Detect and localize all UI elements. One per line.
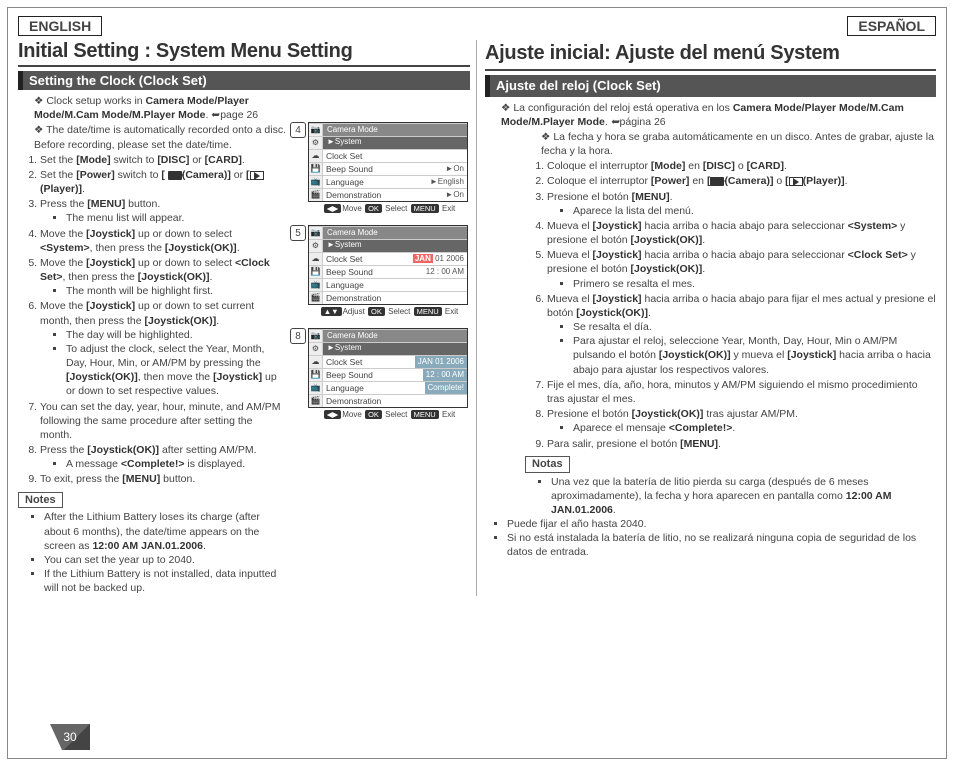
- step-6-note1-en: The day will be highlighted.: [66, 328, 286, 342]
- step-9-es: Para salir, presione el botón [MENU].: [547, 437, 936, 451]
- step-7-es: Fije el mes, día, año, hora, minutos y A…: [547, 378, 936, 406]
- step-6-note1-es: Se resalta el día.: [573, 320, 936, 334]
- manual-page: ENGLISH ESPAÑOL Initial Setting : System…: [7, 7, 947, 759]
- step-6-es: Mueva el [Joystick] hacia arriba o hacia…: [547, 292, 936, 377]
- section-heading-es: Ajuste del reloj (Clock Set): [485, 75, 936, 97]
- page-title-es: Ajuste inicial: Ajuste del menú System: [485, 40, 936, 71]
- step-8-es: Presione el botón [Joystick(OK)] tras aj…: [547, 407, 936, 435]
- lcd-8: 8 📷Camera Mode ⚙►System ☁Clock SetJAN 01…: [308, 328, 470, 421]
- step-5-en: Move the [Joystick] up or down to select…: [40, 256, 286, 299]
- lcd-screenshots: 4 📷Camera Mode ⚙►System ☁Clock Set 💾Beep…: [290, 122, 470, 596]
- spanish-column: Ajuste inicial: Ajuste del menú System A…: [477, 40, 936, 596]
- step-7-en: You can set the day, year, hour, minute,…: [40, 400, 286, 443]
- step-1-es: Coloque el interruptor [Mode] en [DISC] …: [547, 159, 936, 173]
- notes-heading-es: Notas: [525, 456, 570, 473]
- step-4-en: Move the [Joystick] up or down to select…: [40, 227, 286, 255]
- step-4-es: Mueva el [Joystick] hacia arriba o hacia…: [547, 219, 936, 247]
- step-9-en: To exit, press the [MENU] button.: [40, 472, 286, 486]
- step-8-en: Press the [Joystick(OK)] after setting A…: [40, 443, 286, 471]
- lcd-5: 5 📷Camera Mode ⚙►System ☁Clock SetJAN 01…: [308, 225, 470, 318]
- step-3-es: Presione el botón [MENU]. Aparece la lis…: [547, 190, 936, 218]
- lang-es-badge: ESPAÑOL: [847, 16, 936, 36]
- intro-2-es: La fecha y hora se graba automáticamente…: [541, 130, 936, 158]
- lcd-4: 4 📷Camera Mode ⚙►System ☁Clock Set 💾Beep…: [308, 122, 470, 215]
- step-3-note-es: Aparece la lista del menú.: [573, 204, 936, 218]
- note-2-en: You can set the year up to 2040.: [44, 553, 286, 567]
- step-8-note-es: Aparece el mensaje <Complete!>.: [573, 421, 936, 435]
- step-1-en: Set the [Mode] switch to [DISC] or [CARD…: [40, 153, 286, 167]
- step-6-note2-es: Para ajustar el reloj, seleccione Year, …: [573, 334, 936, 377]
- camera-icon: [710, 177, 724, 186]
- step-2-en: Set the [Power] switch to [ (Camera)] or…: [40, 168, 286, 196]
- section-heading-en: Setting the Clock (Clock Set): [18, 71, 470, 90]
- player-icon: [789, 177, 803, 186]
- intro-1-es: La configuración del reloj está operativ…: [501, 101, 936, 129]
- step-6-note2-en: To adjust the clock, select the Year, Mo…: [66, 342, 286, 399]
- step-3-note-en: The menu list will appear.: [66, 211, 286, 225]
- lang-en-badge: ENGLISH: [18, 16, 102, 36]
- step-marker-5: 5: [290, 225, 306, 241]
- step-6-en: Move the [Joystick] up or down to set cu…: [40, 299, 286, 398]
- step-3-en: Press the [MENU] button. The menu list w…: [40, 197, 286, 225]
- step-2-es: Coloque el interruptor [Power] en [(Came…: [547, 174, 936, 188]
- page-number: 30: [50, 724, 90, 750]
- step-8-note-en: A message <Complete!> is displayed.: [66, 457, 286, 471]
- player-icon: [250, 171, 264, 180]
- step-5-note-es: Primero se resalta el mes.: [573, 277, 936, 291]
- intro-1-en: Clock setup works in Camera Mode/Player …: [34, 94, 286, 122]
- note-1-en: After the Lithium Battery loses its char…: [44, 510, 286, 553]
- step-marker-8: 8: [290, 328, 306, 344]
- camera-icon: [168, 171, 182, 180]
- note-3-en: If the Lithium Battery is not installed,…: [44, 567, 286, 595]
- note-1-es: Una vez que la batería de litio pierda s…: [551, 475, 936, 518]
- page-title-en: Initial Setting : System Menu Setting: [18, 40, 470, 67]
- intro-2-en: The date/time is automatically recorded …: [34, 123, 286, 151]
- step-marker-4: 4: [290, 122, 306, 138]
- english-column: Initial Setting : System Menu Setting Se…: [18, 40, 477, 596]
- step-5-note-en: The month will be highlight first.: [66, 284, 286, 298]
- step-5-es: Mueva el [Joystick] hacia arriba o hacia…: [547, 248, 936, 291]
- note-3-es: Si no está instalada la batería de litio…: [507, 531, 936, 559]
- notes-heading-en: Notes: [18, 492, 63, 509]
- note-2-es: Puede fijar el año hasta 2040.: [507, 517, 936, 531]
